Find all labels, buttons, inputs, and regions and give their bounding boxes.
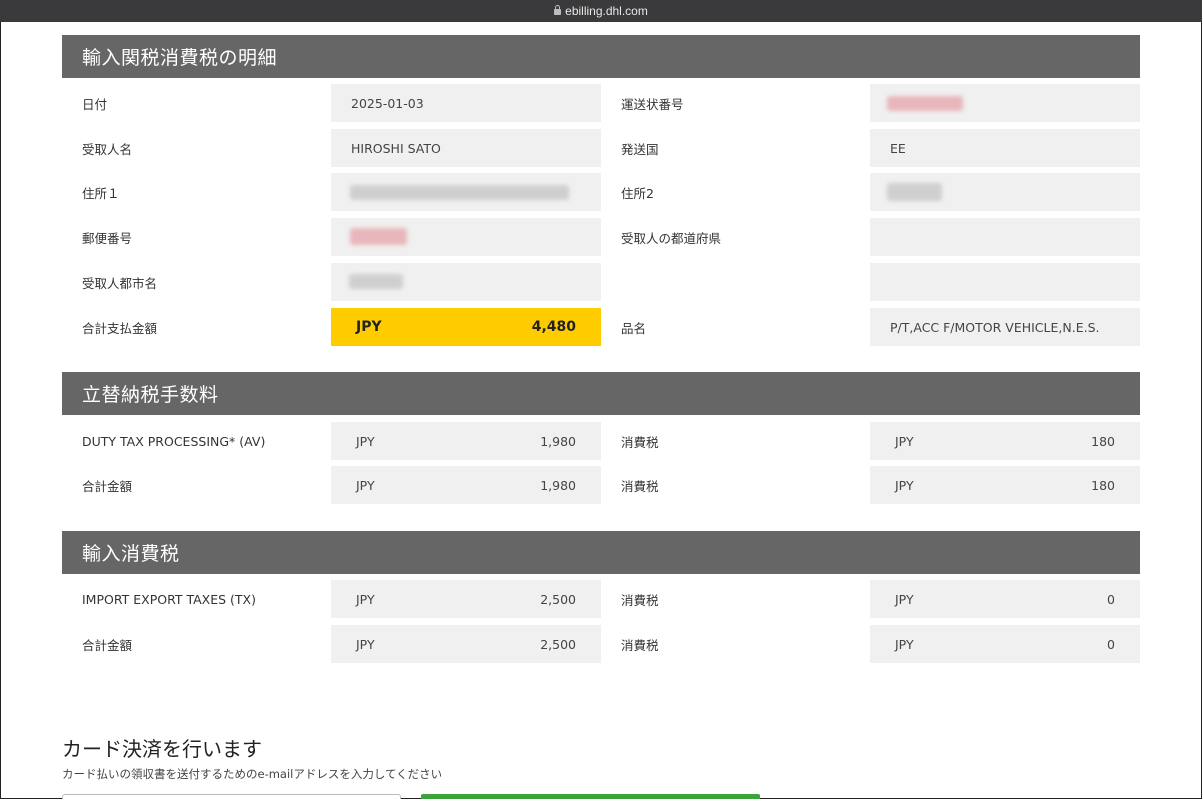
recipient-value: HIROSHI SATO [331,129,601,167]
browser-url-bar[interactable]: ebilling.dhl.com [0,0,1202,22]
section-header-import-duty-details: 輸入関税消費税の明細 [62,35,1140,78]
city-label: 受取人都市名 [82,275,158,291]
email-input[interactable] [62,794,401,799]
card-payment-subtitle: カード払いの領収書を送付するためのe-mailアドレスを入力してください [62,767,443,781]
item-name-label: 品名 [621,320,647,336]
redacted-address2 [887,183,942,201]
total-currency: JPY [356,319,382,335]
total-payment-label: 合計支払金額 [82,320,158,336]
origin-country-label: 発送国 [621,141,659,157]
origin-country-value: EE [870,129,1140,167]
consumption-tax-label: 消費税 [621,592,659,608]
amount: 2,500 [540,636,576,652]
currency: JPY [356,591,375,607]
import-tax-total-amount: JPY 2,500 [331,625,601,663]
fee-row-amount: JPY 1,980 [331,422,601,460]
section-header-tax-processing-fee: 立替納税手数料 [62,372,1140,415]
consumption-tax-label: 消費税 [621,637,659,653]
currency: JPY [895,433,914,449]
currency: JPY [356,433,375,449]
postal-code-value [331,218,601,256]
amount: 2,500 [540,591,576,607]
consumption-tax-label: 消費税 [621,478,659,494]
import-tax-row-label: IMPORT EXPORT TAXES (TX) [82,591,256,607]
prefecture-value [870,218,1140,256]
consumption-tax-amount: JPY 0 [870,625,1140,663]
address1-value [331,173,601,211]
section-header-import-consumption-tax: 輸入消費税 [62,531,1140,574]
amount: 1,980 [540,433,576,449]
redacted-address1 [350,185,569,200]
total-amount: 4,480 [531,319,576,335]
fee-total-label: 合計金額 [82,478,133,494]
amount: 180 [1091,433,1115,449]
item-name-value: P/T,ACC F/MOTOR VEHICLE,N.E.S. [870,308,1140,346]
amount: 180 [1091,477,1115,493]
redacted-postal-code [350,228,407,245]
currency: JPY [895,636,914,652]
address1-label: 住所１ [82,185,120,201]
url-text: ebilling.dhl.com [565,4,648,18]
amount: 0 [1107,636,1115,652]
amount: 1,980 [540,477,576,493]
currency: JPY [356,477,375,493]
import-tax-row-amount: JPY 2,500 [331,580,601,618]
import-tax-total-label: 合計金額 [82,637,133,653]
address2-label: 住所2 [621,185,654,201]
date-label: 日付 [82,96,108,112]
pay-button[interactable] [421,794,760,799]
empty-field [870,263,1140,301]
consumption-tax-amount: JPY 180 [870,422,1140,460]
address2-value [870,173,1140,211]
consumption-tax-label: 消費税 [621,434,659,450]
currency: JPY [895,591,914,607]
waybill-label: 運送状番号 [621,96,684,112]
recipient-label: 受取人名 [82,141,133,157]
consumption-tax-amount: JPY 180 [870,466,1140,504]
postal-code-label: 郵便番号 [82,230,133,246]
redacted-waybill [887,96,963,111]
city-value [331,263,601,301]
consumption-tax-amount: JPY 0 [870,580,1140,618]
fee-row-label: DUTY TAX PROCESSING* (AV) [82,433,266,449]
fee-total-amount: JPY 1,980 [331,466,601,504]
card-payment-title: カード決済を行います [62,737,262,761]
currency: JPY [356,636,375,652]
lock-icon [554,5,562,15]
redacted-city [349,274,403,289]
amount: 0 [1107,591,1115,607]
waybill-value [870,84,1140,122]
total-payment-value: JPY 4,480 [331,308,601,346]
date-value: 2025-01-03 [331,84,601,122]
prefecture-label: 受取人の都道府県 [621,230,722,246]
currency: JPY [895,477,914,493]
